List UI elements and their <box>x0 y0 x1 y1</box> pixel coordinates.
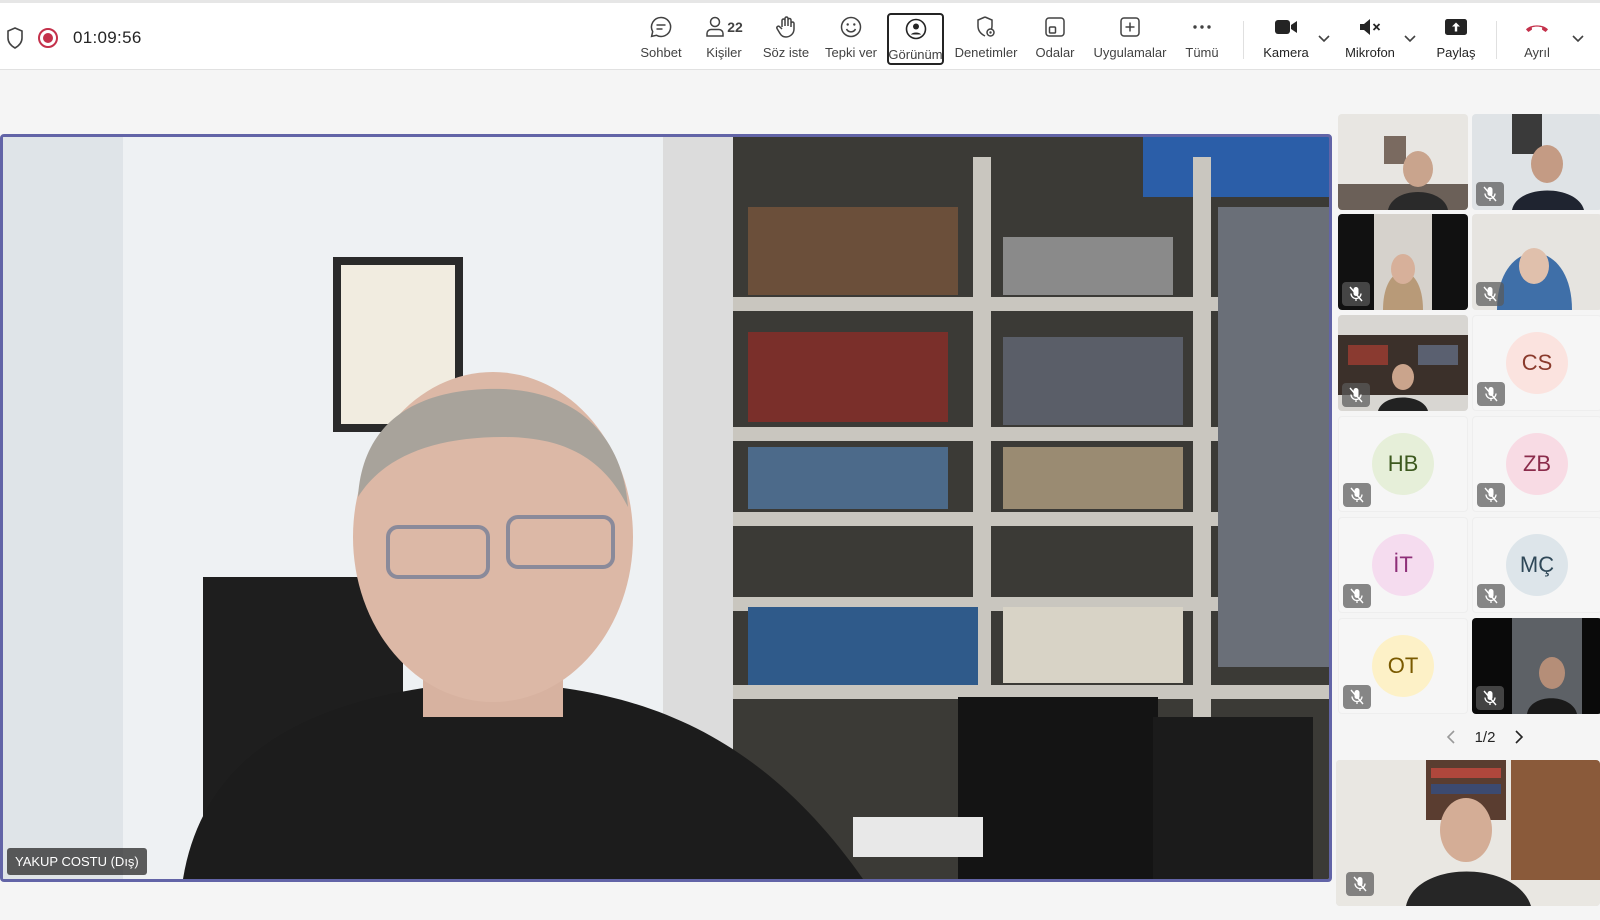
self-video-feed <box>1336 760 1600 906</box>
mic-button[interactable]: Mikrofon <box>1340 13 1400 65</box>
video-camera-icon <box>1273 13 1299 41</box>
participant-video <box>1338 114 1468 210</box>
participant-initials: CS <box>1506 332 1568 394</box>
speaker-muted-icon <box>1357 13 1383 41</box>
mic-off-icon <box>1477 382 1505 406</box>
participant-video-tile[interactable] <box>1472 114 1600 210</box>
people-button[interactable]: 22 Kişiler <box>698 13 750 65</box>
ellipsis-icon <box>1190 13 1214 41</box>
toolbar-divider <box>1496 21 1497 59</box>
gallery-pager: 1/2 <box>1430 726 1540 748</box>
smiley-icon <box>839 13 863 41</box>
chevron-left-icon[interactable] <box>1443 729 1459 745</box>
participant-video-tile[interactable] <box>1472 618 1600 714</box>
leave-button[interactable]: Ayrıl <box>1513 13 1561 65</box>
participant-video-tile[interactable] <box>1472 214 1600 310</box>
chat-icon <box>649 13 673 41</box>
rooms-icon <box>1043 13 1067 41</box>
speaker-name-tag: YAKUP COSTU (Dış) <box>7 848 147 875</box>
participant-initials: ZB <box>1506 433 1568 495</box>
active-speaker-video[interactable]: YAKUP COSTU (Dış) <box>0 134 1332 882</box>
mic-off-icon <box>1477 483 1505 507</box>
mic-off-icon <box>1342 282 1370 306</box>
participant-avatar-tile[interactable]: CS <box>1472 315 1600 411</box>
participant-video-tile[interactable] <box>1338 315 1468 411</box>
shield-icon <box>7 27 23 49</box>
participant-video-tile[interactable] <box>1338 214 1468 310</box>
participant-initials: MÇ <box>1506 534 1568 596</box>
participant-initials: OT <box>1372 635 1434 697</box>
self-view-video[interactable] <box>1336 760 1600 906</box>
raise-hand-button[interactable]: Söz iste <box>760 13 812 65</box>
participant-avatar-tile[interactable]: HB <box>1338 416 1468 512</box>
participant-initials: HB <box>1372 433 1434 495</box>
mic-off-icon <box>1346 872 1374 896</box>
controls-button[interactable]: Denetimler <box>952 13 1020 65</box>
share-screen-icon <box>1443 13 1469 41</box>
gallery-page-indicator: 1/2 <box>1474 728 1496 746</box>
share-button[interactable]: Paylaş <box>1433 13 1479 65</box>
mic-off-icon <box>1476 686 1504 710</box>
react-button[interactable]: Tepki ver <box>822 13 880 65</box>
view-button[interactable]: Görünüm <box>887 13 944 65</box>
mic-off-icon <box>1343 685 1371 709</box>
rooms-button[interactable]: Odalar <box>1030 13 1080 65</box>
view-icon <box>904 15 928 43</box>
mic-off-icon <box>1476 182 1504 206</box>
recording-icon <box>38 28 58 48</box>
chevron-right-icon[interactable] <box>1511 729 1527 745</box>
mic-off-icon <box>1342 383 1370 407</box>
participant-initials: İT <box>1372 534 1434 596</box>
meeting-timer: 01:09:56 <box>73 28 142 47</box>
mic-options-chevron-icon[interactable] <box>1403 31 1417 45</box>
speaker-video-feed <box>3 137 1329 879</box>
participant-avatar-tile[interactable]: OT <box>1338 618 1468 714</box>
more-button[interactable]: Tümü <box>1180 13 1224 65</box>
shield-gear-icon <box>974 13 998 41</box>
mic-off-icon <box>1477 584 1505 608</box>
leave-options-chevron-icon[interactable] <box>1571 31 1585 45</box>
meeting-toolbar: 01:09:56 Sohbet 22 Kişiler Söz iste Tepk… <box>0 0 1600 70</box>
participant-avatar-tile[interactable]: ZB <box>1472 416 1600 512</box>
participant-avatar-tile[interactable]: MÇ <box>1472 517 1600 613</box>
toolbar-divider <box>1243 21 1244 59</box>
hand-icon <box>774 13 798 41</box>
add-app-icon <box>1118 13 1142 41</box>
participant-avatar-tile[interactable]: İT <box>1338 517 1468 613</box>
camera-options-chevron-icon[interactable] <box>1317 31 1331 45</box>
mic-off-icon <box>1343 483 1371 507</box>
participant-count: 22 <box>727 19 743 35</box>
participant-video-tile[interactable] <box>1338 114 1468 210</box>
mic-off-icon <box>1343 584 1371 608</box>
people-icon: 22 <box>705 13 743 41</box>
mic-off-icon <box>1476 282 1504 306</box>
apps-button[interactable]: Uygulamalar <box>1091 13 1169 65</box>
hang-up-icon <box>1523 13 1551 41</box>
camera-button[interactable]: Kamera <box>1258 13 1314 65</box>
chat-button[interactable]: Sohbet <box>632 13 690 65</box>
